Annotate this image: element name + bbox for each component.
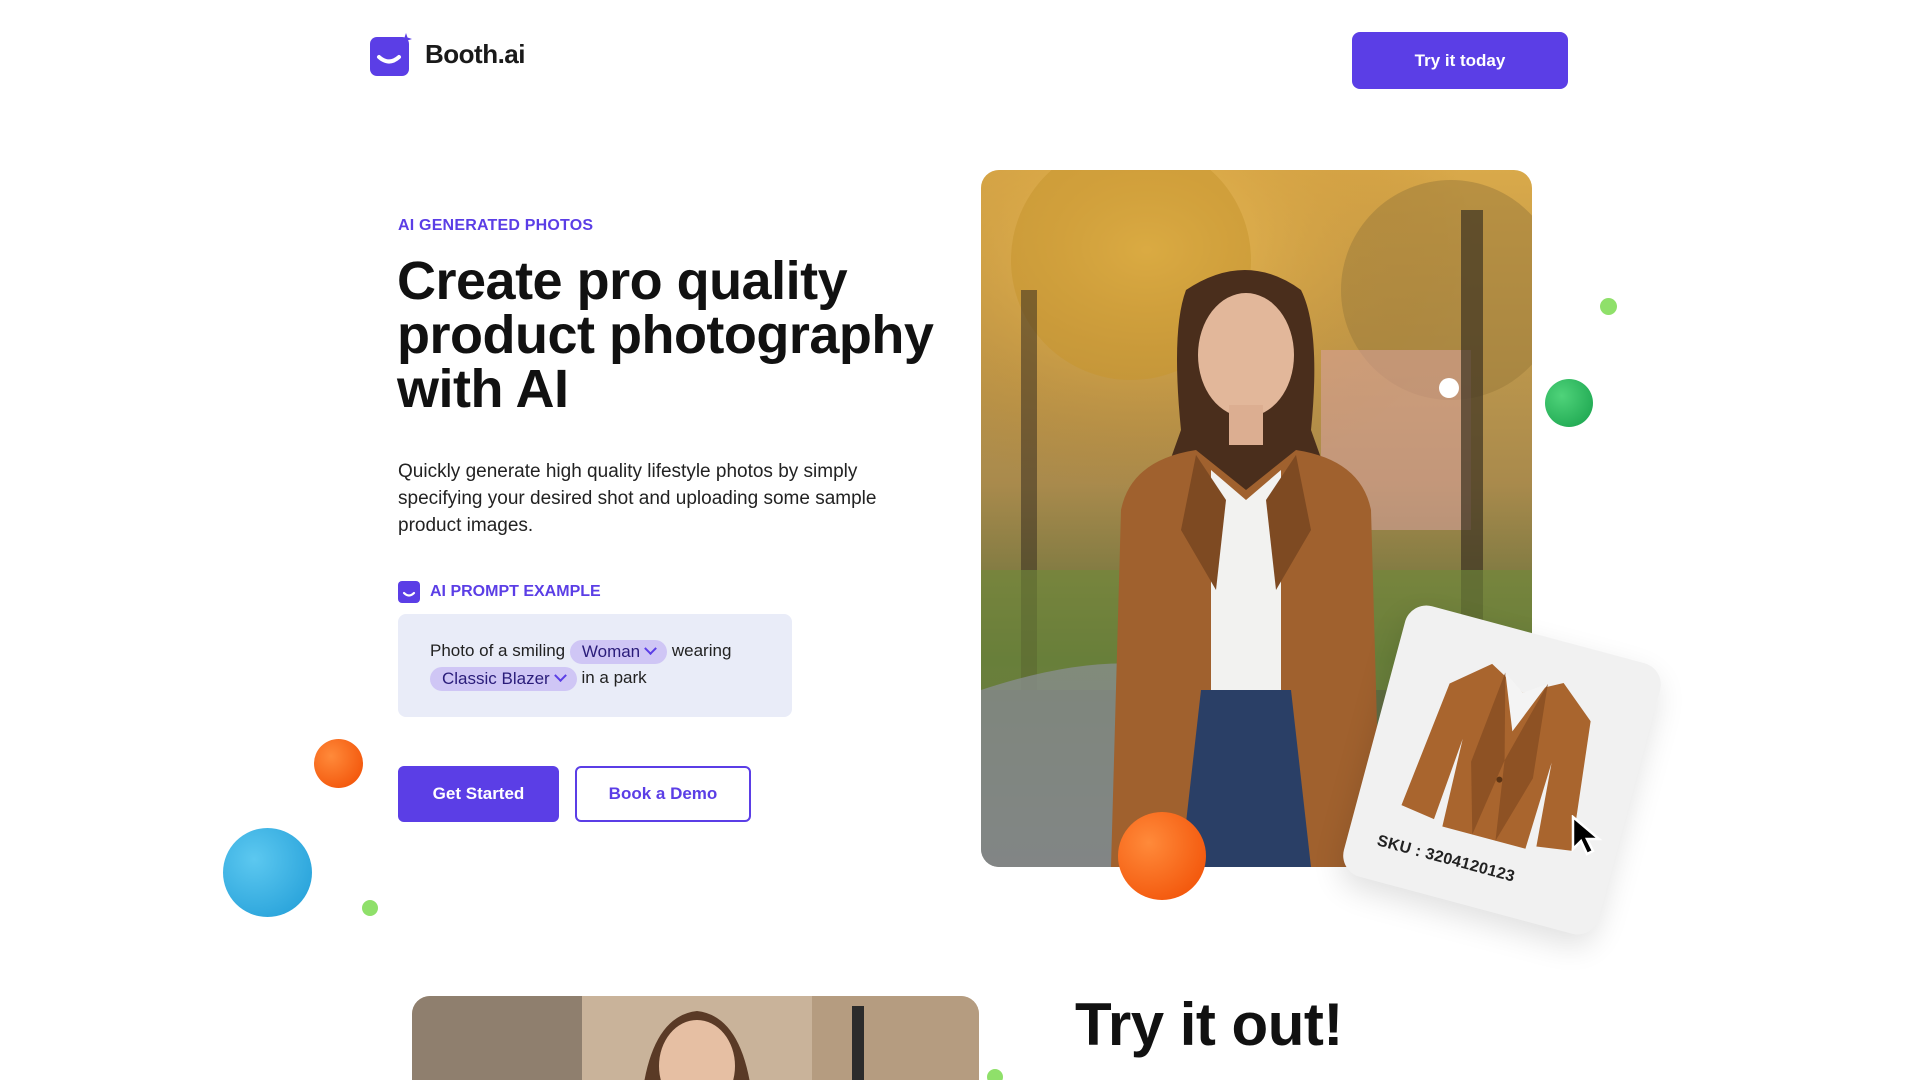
decor-dot-light-green-3 xyxy=(987,1069,1003,1080)
chevron-down-icon xyxy=(553,669,567,683)
prompt-example-box: Photo of a smiling Woman wearing Classic… xyxy=(398,614,792,717)
product-dropdown-value: Classic Blazer xyxy=(442,669,550,689)
try-it-today-button[interactable]: Try it today xyxy=(1352,32,1568,89)
book-demo-button[interactable]: Book a Demo xyxy=(575,766,751,822)
get-started-button[interactable]: Get Started xyxy=(398,766,559,822)
decor-dot-light-green-2 xyxy=(362,900,378,916)
prompt-label-text: AI PROMPT EXAMPLE xyxy=(430,583,601,600)
booth-logo-icon xyxy=(370,33,413,76)
brand-name: Booth.ai xyxy=(425,39,526,69)
decor-dot-orange xyxy=(1118,812,1206,900)
prompt-text-2: wearing xyxy=(671,641,732,660)
prompt-example-label: AI PROMPT EXAMPLE xyxy=(398,581,601,603)
subject-dropdown[interactable]: Woman xyxy=(569,639,668,664)
decor-dot-green xyxy=(1545,379,1593,427)
prompt-text-3: in a park xyxy=(581,668,647,687)
decor-dot-blue xyxy=(223,828,312,917)
prompt-text-1: Photo of a smiling xyxy=(430,641,566,660)
prompt-smile-icon xyxy=(398,581,420,603)
try-it-out-heading: Try it out! xyxy=(1075,991,1343,1058)
mouse-cursor-icon xyxy=(1571,815,1603,856)
subject-dropdown-value: Woman xyxy=(581,642,641,662)
decor-dot-light-green xyxy=(1600,298,1617,315)
hero-headline: Create pro quality product photography w… xyxy=(397,251,934,419)
product-dropdown[interactable]: Classic Blazer xyxy=(430,666,577,691)
second-section-photo xyxy=(412,996,979,1080)
hero-eyebrow: AI GENERATED PHOTOS xyxy=(398,217,594,234)
decor-dot-orange-small xyxy=(314,739,363,788)
chevron-down-icon xyxy=(644,642,658,656)
brand-logo[interactable]: Booth.ai xyxy=(370,33,526,76)
hero-description: Quickly generate high quality lifestyle … xyxy=(398,461,877,536)
